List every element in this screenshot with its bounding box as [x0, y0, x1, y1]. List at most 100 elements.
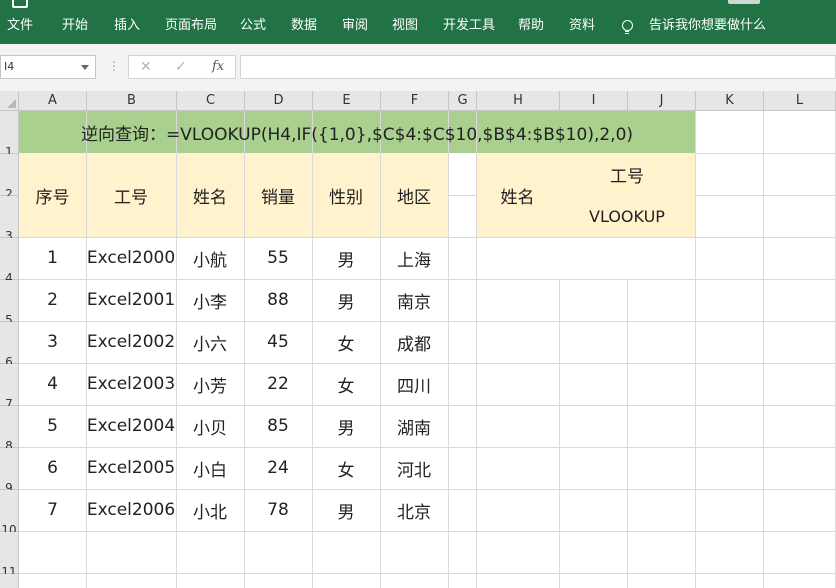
table-cell[interactable]: 45	[244, 321, 312, 363]
table-cell[interactable]: 小李	[176, 279, 244, 321]
title-bar-button[interactable]	[728, 0, 760, 4]
header-cell[interactable]: 姓名	[176, 153, 244, 237]
column-header[interactable]: E	[313, 91, 381, 111]
tab-materials[interactable]: 资料	[569, 8, 595, 44]
tab-page-layout[interactable]: 页面布局	[165, 8, 217, 44]
table-cell[interactable]: 4	[19, 363, 86, 405]
table-cell[interactable]: 北京	[380, 489, 448, 531]
tab-review[interactable]: 审阅	[342, 8, 368, 44]
column-header[interactable]: A	[19, 91, 87, 111]
table-cell[interactable]: 5	[19, 405, 86, 447]
column-header[interactable]: K	[696, 91, 764, 111]
table-cell[interactable]: 女	[312, 363, 380, 405]
column-header[interactable]: D	[245, 91, 313, 111]
table-cell[interactable]: Excel2000	[86, 237, 176, 279]
table-cell[interactable]: 男	[312, 405, 380, 447]
tab-data[interactable]: 数据	[291, 8, 317, 44]
row-header[interactable]: 4	[0, 238, 19, 280]
tab-help[interactable]: 帮助	[518, 8, 544, 44]
table-cell[interactable]: 55	[244, 237, 312, 279]
tell-me-search[interactable]: 告诉我你想要做什么	[649, 8, 766, 44]
enter-check-icon[interactable]: ✓	[175, 56, 187, 78]
row-header[interactable]	[0, 574, 19, 588]
table-cell[interactable]: 24	[244, 447, 312, 489]
column-header[interactable]: F	[381, 91, 449, 111]
table-cell[interactable]: 22	[244, 363, 312, 405]
header-cell[interactable]: 性别	[312, 153, 380, 237]
column-header[interactable]: H	[477, 91, 560, 111]
row-header[interactable]: 8	[0, 406, 19, 448]
tab-home[interactable]: 开始	[62, 8, 88, 44]
table-cell[interactable]: 女	[312, 447, 380, 489]
table-cell[interactable]: 四川	[380, 363, 448, 405]
table-cell[interactable]: Excel2005	[86, 447, 176, 489]
table-cell[interactable]: 78	[244, 489, 312, 531]
formula-bar: I4 ⋮ ✕ ✓ fx	[0, 44, 836, 91]
tab-formulas[interactable]: 公式	[240, 8, 266, 44]
row-header[interactable]: 11	[0, 532, 19, 574]
row-header[interactable]: 6	[0, 322, 19, 364]
lookup-method-header[interactable]: VLOOKUP	[559, 195, 695, 237]
table-cell[interactable]: Excel2001	[86, 279, 176, 321]
table-cell[interactable]: 成都	[380, 321, 448, 363]
lookup-id-header[interactable]: 工号	[559, 153, 695, 195]
column-header[interactable]: G	[449, 91, 477, 111]
table-cell[interactable]: 7	[19, 489, 86, 531]
table-cell[interactable]: 85	[244, 405, 312, 447]
header-cell[interactable]: 地区	[380, 153, 448, 237]
formula-title-cell[interactable]: 逆向查询：=VLOOKUP(H4,IF({1,0},$C$4:$C$10,$B$…	[19, 111, 695, 153]
name-box[interactable]: I4	[0, 55, 96, 79]
row-header[interactable]: 2	[0, 154, 19, 196]
table-cell[interactable]: 女	[312, 321, 380, 363]
table-cell[interactable]: Excel2006	[86, 489, 176, 531]
table-cell[interactable]: 小芳	[176, 363, 244, 405]
header-cell[interactable]: 工号	[86, 153, 176, 237]
table-cell[interactable]: Excel2003	[86, 363, 176, 405]
table-cell[interactable]: 小白	[176, 447, 244, 489]
row-header[interactable]: 5	[0, 280, 19, 322]
table-cell[interactable]: 男	[312, 489, 380, 531]
header-cell[interactable]: 序号	[19, 153, 86, 237]
header-cell[interactable]: 销量	[244, 153, 312, 237]
formula-input[interactable]	[240, 55, 836, 79]
column-header[interactable]: I	[560, 91, 628, 111]
table-cell[interactable]: 男	[312, 279, 380, 321]
table-cell[interactable]: 小贝	[176, 405, 244, 447]
insert-function-icon[interactable]: fx	[212, 56, 224, 78]
row-header[interactable]: 1	[0, 111, 19, 154]
table-cell[interactable]: 男	[312, 237, 380, 279]
select-all-corner[interactable]	[0, 91, 19, 111]
table-cell[interactable]: Excel2004	[86, 405, 176, 447]
table-cell[interactable]: 上海	[380, 237, 448, 279]
lookup-name-header[interactable]: 姓名	[476, 153, 559, 237]
tab-file[interactable]: 文件	[7, 8, 33, 44]
row-header[interactable]: 10	[0, 490, 19, 532]
tab-view[interactable]: 视图	[392, 8, 418, 44]
table-cell[interactable]: Excel2002	[86, 321, 176, 363]
cancel-icon[interactable]: ✕	[140, 56, 152, 78]
tab-insert[interactable]: 插入	[114, 8, 140, 44]
table-cell[interactable]: 1	[19, 237, 86, 279]
table-cell[interactable]: 3	[19, 321, 86, 363]
table-cell[interactable]: 南京	[380, 279, 448, 321]
column-header[interactable]: C	[177, 91, 245, 111]
formula-buttons: ✕ ✓ fx	[128, 55, 236, 79]
tab-developer[interactable]: 开发工具	[443, 8, 495, 44]
row-header[interactable]: 3	[0, 196, 19, 238]
column-header[interactable]: J	[628, 91, 696, 111]
column-header[interactable]: L	[764, 91, 836, 111]
chevron-down-icon[interactable]	[81, 65, 89, 70]
row-header[interactable]: 9	[0, 448, 19, 490]
table-cell[interactable]: 2	[19, 279, 86, 321]
row-header[interactable]: 7	[0, 364, 19, 406]
table-cell[interactable]: 6	[19, 447, 86, 489]
table-cell[interactable]: 河北	[380, 447, 448, 489]
table-cell[interactable]: 小航	[176, 237, 244, 279]
table-cell[interactable]: 88	[244, 279, 312, 321]
table-cell[interactable]: 小北	[176, 489, 244, 531]
column-header[interactable]: B	[87, 91, 177, 111]
table-cell[interactable]: 小六	[176, 321, 244, 363]
save-icon[interactable]	[12, 0, 28, 8]
title-bar	[0, 0, 836, 8]
table-cell[interactable]: 湖南	[380, 405, 448, 447]
